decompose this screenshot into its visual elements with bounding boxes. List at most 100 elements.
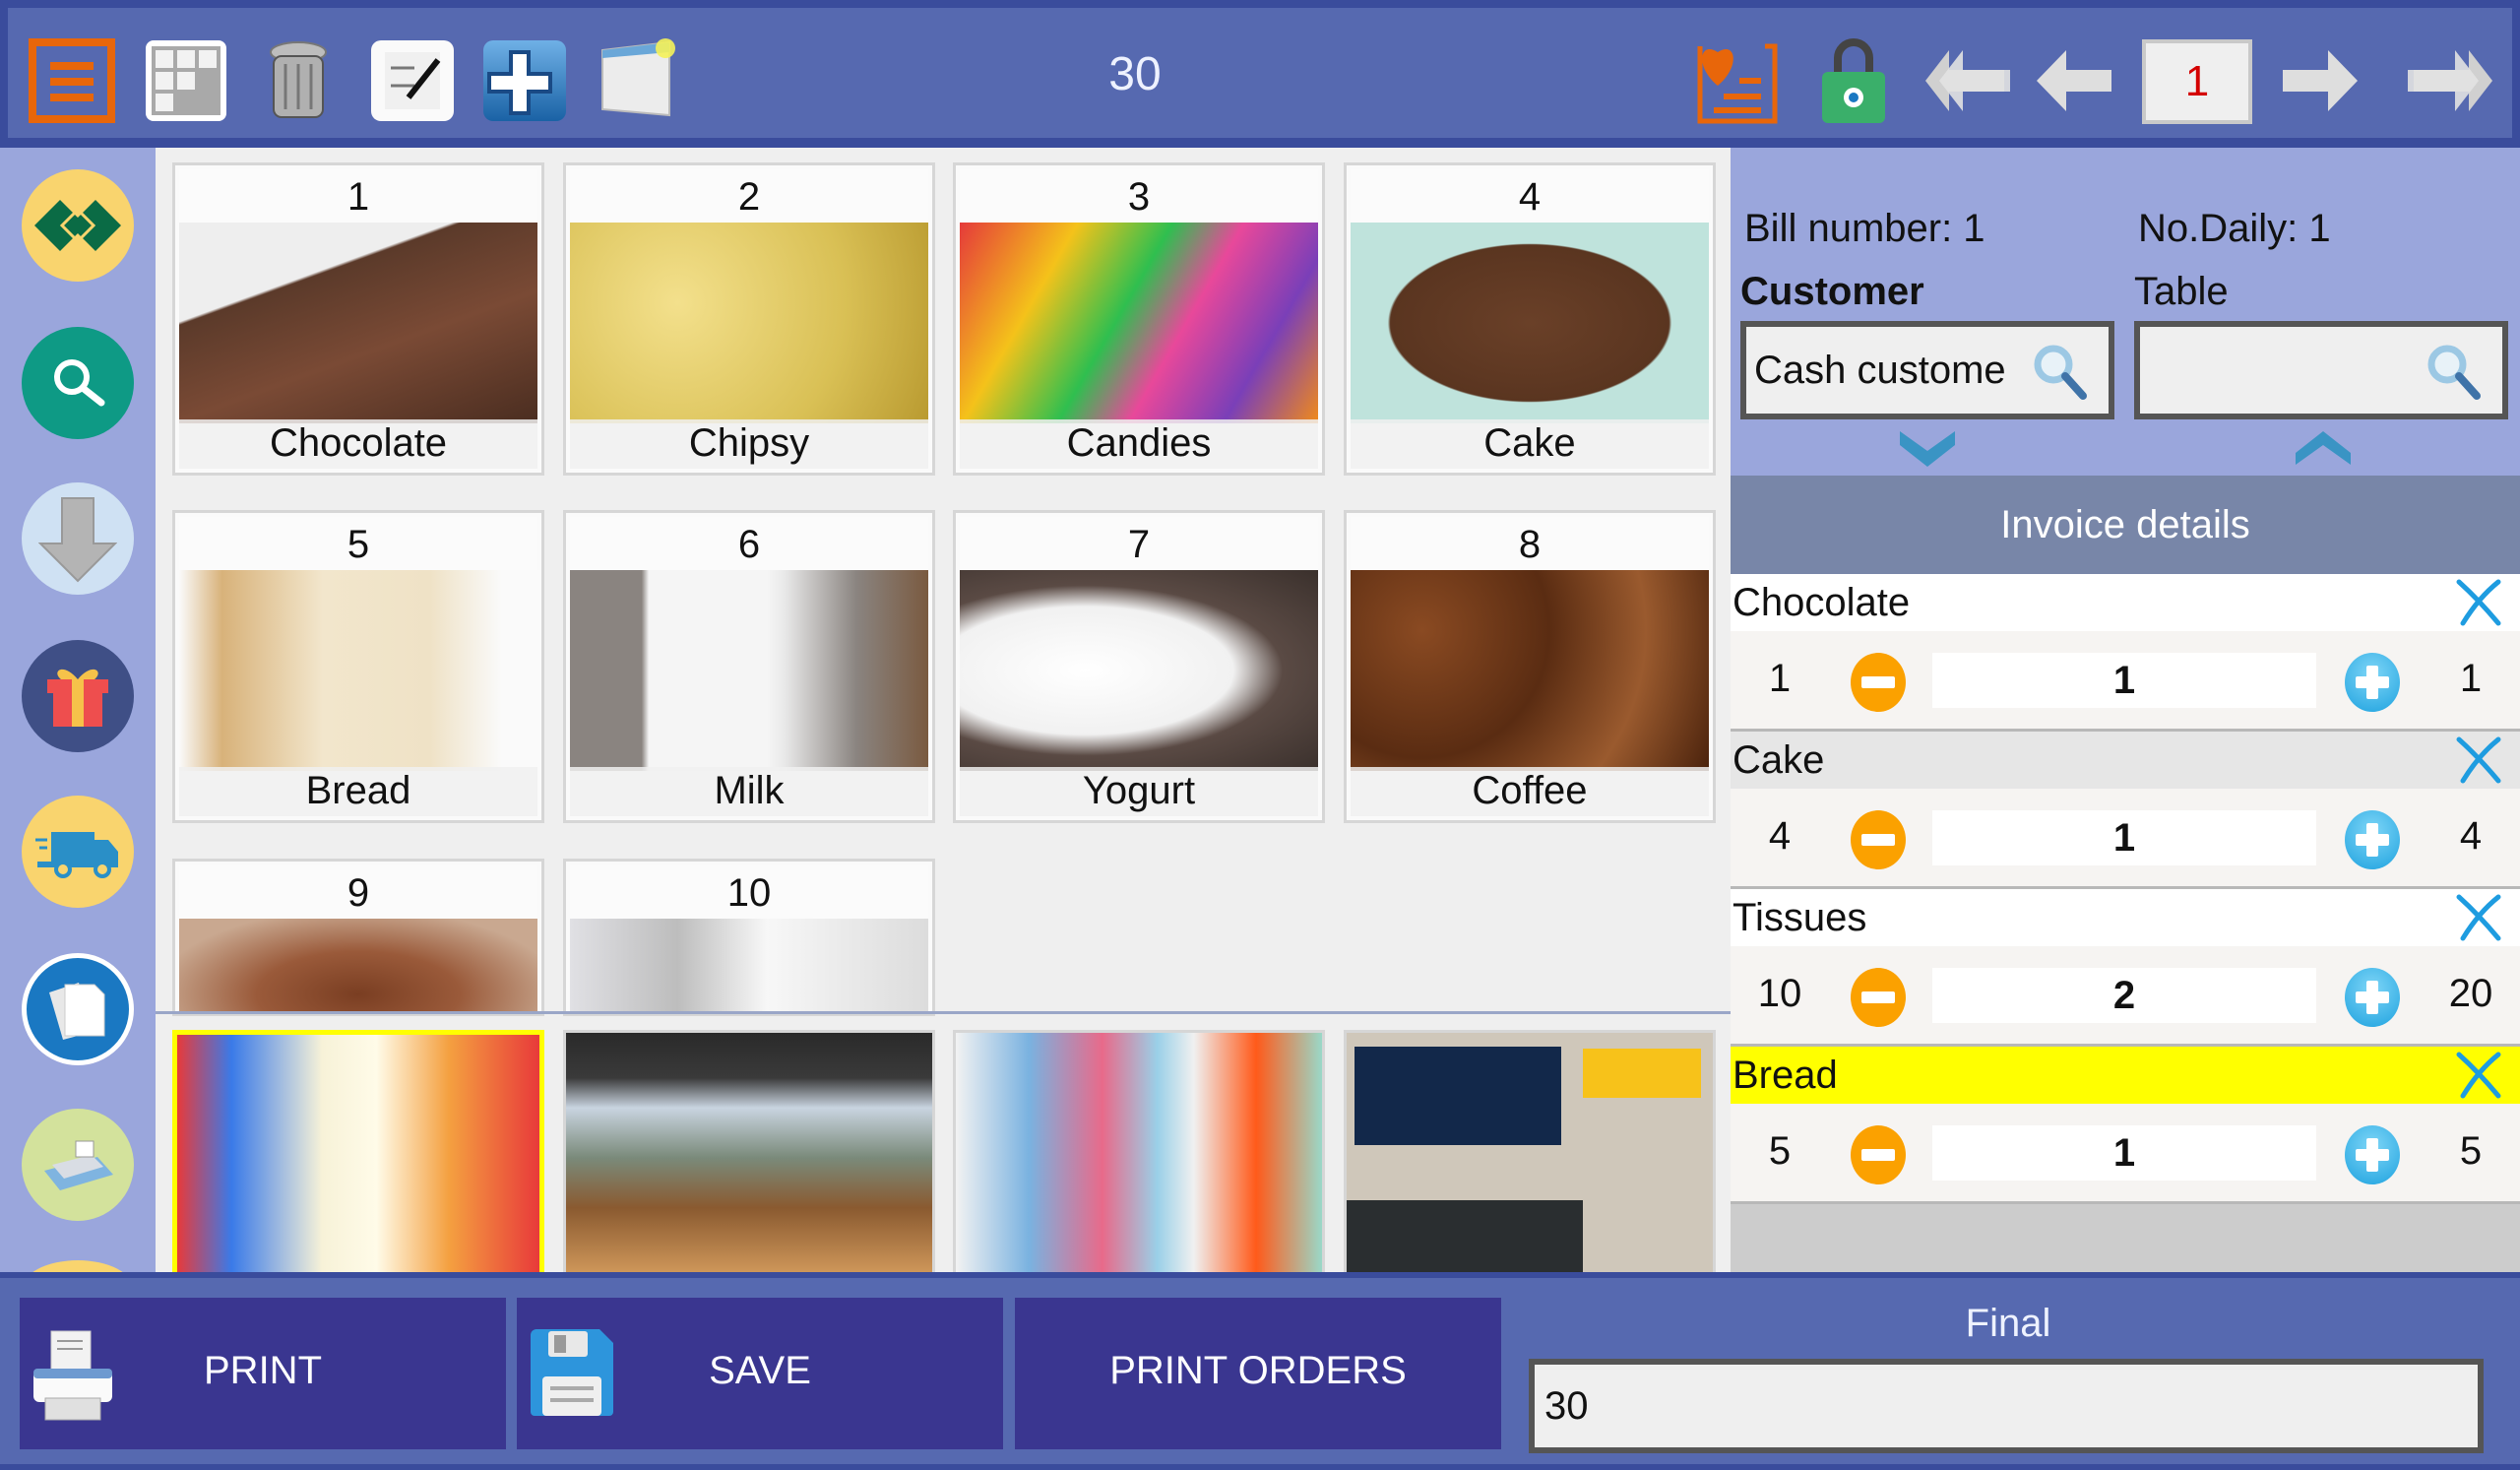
product-number: 9 <box>179 865 537 919</box>
product-image <box>179 223 537 423</box>
customer-field[interactable]: Cash custome <box>1740 321 2114 419</box>
last-page-icon[interactable] <box>2406 37 2494 124</box>
bill-number: Bill number: 1 <box>1744 207 1985 250</box>
product-name: Bread <box>179 767 537 816</box>
product-image <box>570 223 928 423</box>
item-quantity-field[interactable]: 2 <box>1932 968 2316 1023</box>
daily-number: No.Daily: 1 <box>2138 207 2331 250</box>
product-card[interactable]: 1 Chocolate <box>172 162 544 476</box>
chevron-up-icon[interactable] <box>2294 427 2353 474</box>
product-card[interactable]: 9 <box>172 859 544 1016</box>
product-number: 5 <box>179 517 537 570</box>
product-number: 2 <box>570 169 928 223</box>
prev-page-icon[interactable] <box>2030 37 2118 124</box>
product-card[interactable]: 5 Bread <box>172 510 544 823</box>
sidebar <box>0 148 156 1319</box>
category-electronics[interactable] <box>1344 1030 1716 1272</box>
documents-icon[interactable] <box>22 953 134 1065</box>
chevron-down-icon[interactable] <box>1898 427 1957 474</box>
product-card[interactable]: 7 Yogurt <box>953 510 1325 823</box>
print-orders-label: PRINT ORDERS <box>1109 1349 1407 1392</box>
customer-label: Customer <box>1740 270 1924 313</box>
table-search-icon[interactable] <box>2424 343 2483 407</box>
product-image <box>960 570 1318 771</box>
increase-qty-button[interactable] <box>2345 810 2400 869</box>
invoice-item-name[interactable]: Bread <box>1731 1047 2520 1104</box>
gift-icon[interactable] <box>22 640 134 752</box>
product-card[interactable]: 4 Cake <box>1344 162 1716 476</box>
product-image <box>179 570 537 771</box>
item-quantity-field[interactable]: 1 <box>1932 810 2316 865</box>
print-orders-button[interactable]: PRINT ORDERS <box>1015 1298 1501 1449</box>
category-clothing[interactable] <box>953 1030 1325 1272</box>
grid-divider <box>156 1011 1731 1014</box>
page-number-field[interactable]: 1 <box>2142 39 2252 124</box>
remove-item-icon[interactable] <box>2455 1051 2502 1100</box>
remove-item-icon[interactable] <box>2455 735 2502 785</box>
item-total: 4 <box>2459 814 2483 858</box>
product-name: Yogurt <box>960 767 1318 816</box>
table-label: Table <box>2134 270 2229 313</box>
increase-qty-button[interactable] <box>2345 1125 2400 1184</box>
category-restaurant[interactable] <box>563 1030 935 1272</box>
remove-item-icon[interactable] <box>2455 893 2502 942</box>
invoice-item-name[interactable]: Tissues <box>1731 889 2520 946</box>
product-name: Coffee <box>1351 767 1709 816</box>
remove-item-icon[interactable] <box>2455 578 2502 627</box>
favorite-list-icon[interactable] <box>1693 37 1782 124</box>
product-card[interactable]: 10 <box>563 859 935 1016</box>
save-button[interactable]: SAVE <box>517 1298 1003 1449</box>
decrease-qty-button[interactable] <box>1851 968 1906 1027</box>
decrease-qty-button[interactable] <box>1851 1125 1906 1184</box>
invoice-item-row: 10 2 20 <box>1731 946 2520 1047</box>
product-image <box>1351 223 1709 423</box>
table-field[interactable] <box>2134 321 2508 419</box>
edit-note-icon[interactable] <box>368 37 457 124</box>
increase-qty-button[interactable] <box>2345 968 2400 1027</box>
customer-search-icon[interactable] <box>2030 343 2089 407</box>
item-quantity-field[interactable]: 1 <box>1932 1125 2316 1181</box>
product-card[interactable]: 8 Coffee <box>1344 510 1716 823</box>
cash-register-icon[interactable] <box>22 1109 134 1221</box>
final-total-field[interactable]: 30 <box>1529 1359 2484 1453</box>
first-page-icon[interactable] <box>1923 37 2012 124</box>
invoice-details-header: Invoice details <box>1731 476 2520 574</box>
delivery-truck-icon[interactable] <box>22 796 134 908</box>
product-card[interactable]: 6 Milk <box>563 510 935 823</box>
invoice-item-name[interactable]: Cake <box>1731 732 2520 789</box>
increase-qty-button[interactable] <box>2345 653 2400 712</box>
product-card[interactable]: 2 Chipsy <box>563 162 935 476</box>
category-image <box>956 1033 1322 1272</box>
new-window-icon[interactable] <box>593 37 681 124</box>
product-grid: 1 Chocolate 2 Chipsy 3 Candies 4 Cake 5 … <box>156 148 1731 1272</box>
next-page-icon[interactable] <box>2276 37 2364 124</box>
print-button[interactable]: PRINT <box>20 1298 506 1449</box>
invoice-item-name[interactable]: Chocolate <box>1731 574 2520 631</box>
product-name: Candies <box>960 419 1318 469</box>
invoice-item-row: 4 1 4 <box>1731 789 2520 889</box>
category-supermarket[interactable] <box>172 1030 544 1272</box>
add-icon[interactable] <box>480 37 569 124</box>
decrease-qty-button[interactable] <box>1851 653 1906 712</box>
decrease-qty-button[interactable] <box>1851 810 1906 869</box>
category-image <box>1347 1033 1713 1272</box>
product-name: Milk <box>570 767 928 816</box>
lock-icon[interactable] <box>1809 37 1898 124</box>
menu-list-icon[interactable] <box>28 37 116 124</box>
grid-view-icon[interactable] <box>142 37 230 124</box>
product-card[interactable]: 3 Candies <box>953 162 1325 476</box>
product-name: Chocolate <box>179 419 537 469</box>
trash-icon[interactable] <box>254 37 343 124</box>
invoice-item-row: 5 1 5 <box>1731 1104 2520 1204</box>
product-image <box>570 570 928 771</box>
barcode-diamond-icon[interactable] <box>22 169 134 282</box>
invoice-info: Bill number: 1 No.Daily: 1 Customer Tabl… <box>1731 148 2520 476</box>
item-price: 4 <box>1768 814 1792 858</box>
product-number: 8 <box>1351 517 1709 570</box>
product-number: 6 <box>570 517 928 570</box>
download-arrow-icon[interactable] <box>22 482 134 595</box>
save-label: SAVE <box>709 1349 811 1392</box>
final-label: Final <box>1965 1302 2051 1345</box>
item-quantity-field[interactable]: 1 <box>1932 653 2316 708</box>
search-icon[interactable] <box>22 327 134 439</box>
